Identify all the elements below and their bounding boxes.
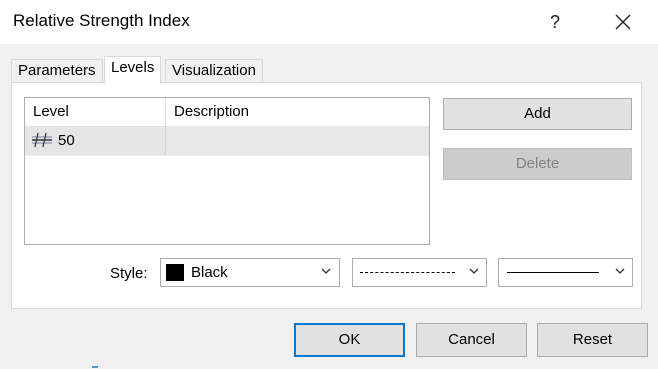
add-button[interactable]: Add: [443, 98, 632, 130]
chevron-down-icon: [321, 268, 331, 274]
ok-button[interactable]: OK: [294, 323, 405, 357]
tab-visualization[interactable]: Visualization: [165, 59, 263, 82]
delete-button[interactable]: Delete: [443, 148, 632, 180]
color-name: Black: [191, 264, 228, 281]
level-line-icon: [32, 132, 52, 148]
color-select[interactable]: Black: [160, 258, 340, 287]
chevron-down-icon: [469, 268, 479, 274]
close-icon: [615, 14, 631, 30]
line-width-select[interactable]: [498, 258, 633, 287]
column-header-description[interactable]: Description: [166, 98, 429, 126]
style-label: Style:: [110, 265, 148, 282]
table-row[interactable]: 50: [25, 126, 429, 156]
tab-parameters[interactable]: Parameters: [11, 59, 103, 82]
tab-levels[interactable]: Levels: [104, 56, 162, 84]
description-cell[interactable]: [166, 126, 429, 155]
chevron-down-icon: [615, 268, 625, 274]
level-value: 50: [58, 132, 75, 149]
cancel-button[interactable]: Cancel: [416, 323, 527, 357]
solid-line-sample: [507, 272, 599, 273]
table-header: Level Description: [25, 98, 429, 127]
dashed-line-sample: [360, 272, 455, 273]
close-button[interactable]: [608, 7, 638, 37]
line-type-select[interactable]: [352, 258, 487, 287]
title-bar: Relative Strength Index ?: [0, 0, 658, 44]
column-header-level[interactable]: Level: [25, 98, 166, 126]
levels-table[interactable]: Level Description 50: [24, 97, 430, 245]
reset-button[interactable]: Reset: [537, 323, 648, 357]
level-cell[interactable]: 50: [25, 126, 166, 155]
color-swatch: [166, 264, 184, 281]
window-title: Relative Strength Index: [13, 11, 190, 30]
edge-marker: [92, 366, 98, 368]
help-button[interactable]: ?: [540, 7, 570, 37]
